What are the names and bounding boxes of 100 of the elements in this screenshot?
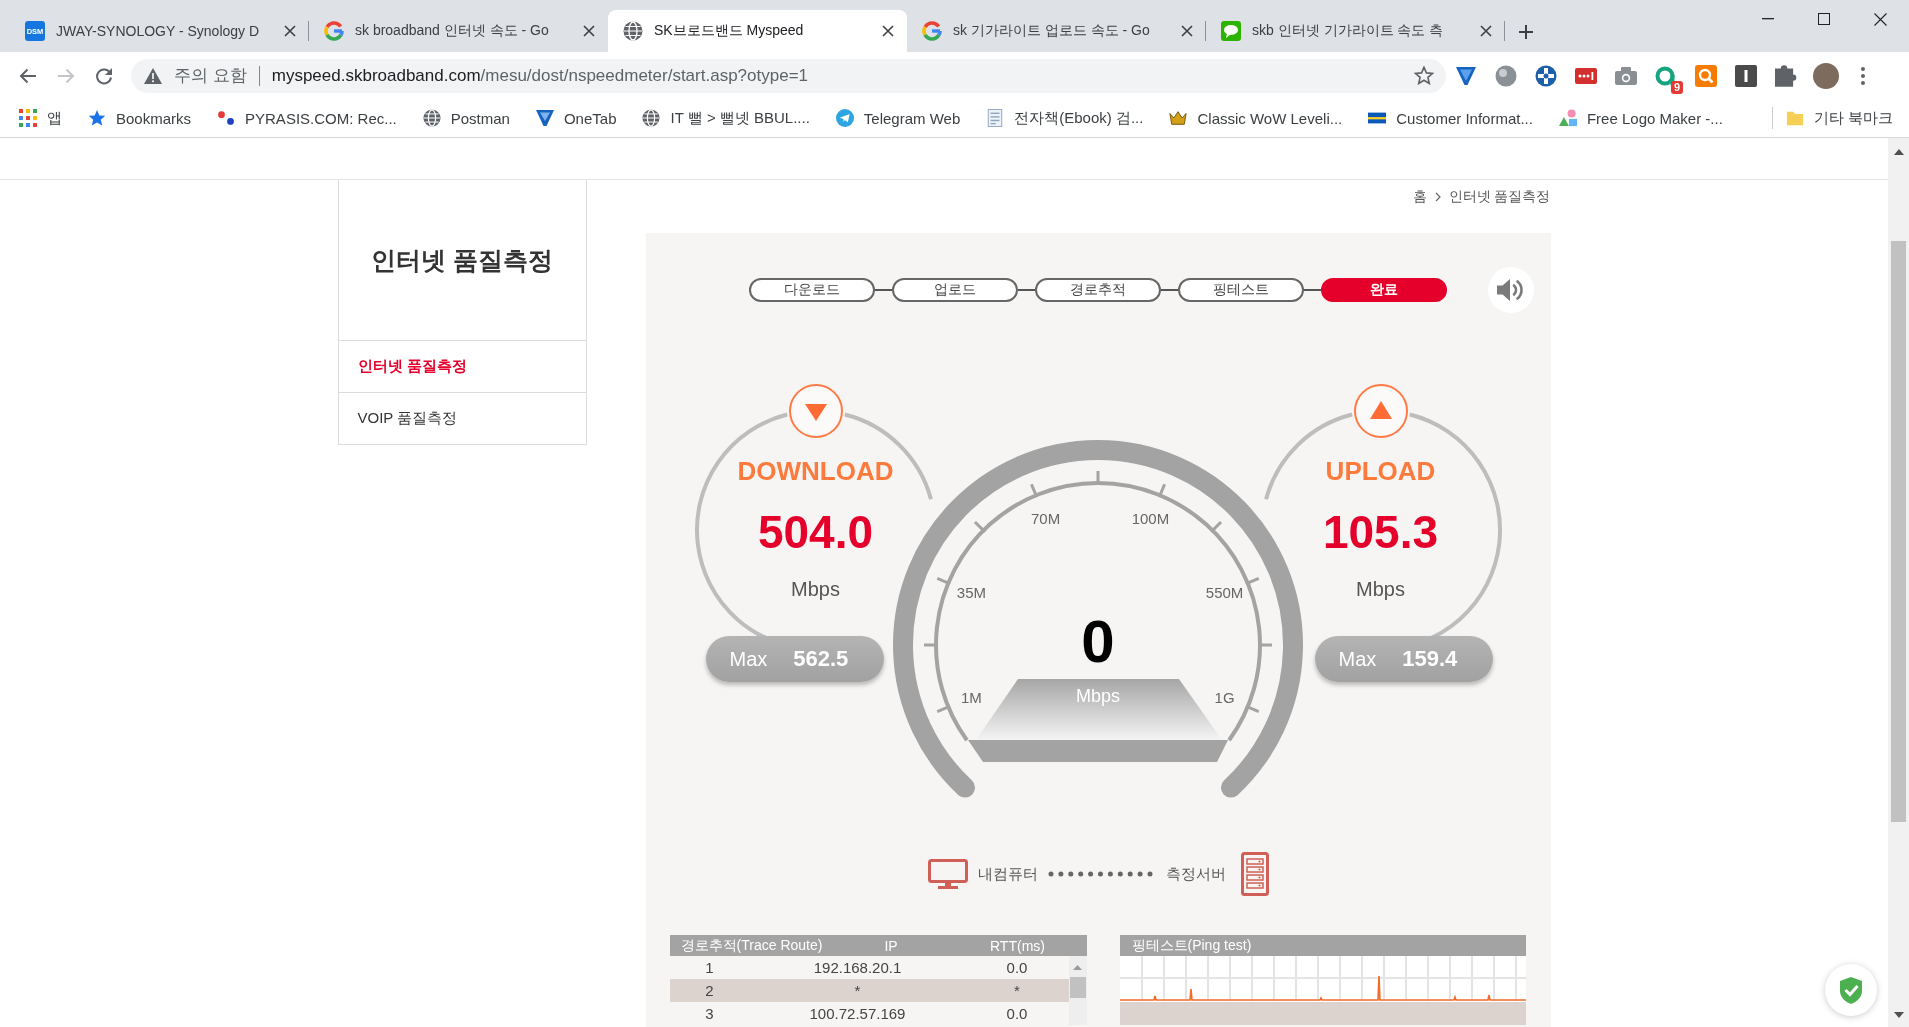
security-label[interactable]: 주의 요함 xyxy=(174,64,247,87)
scale-label: 35M xyxy=(956,584,986,602)
bookmark-link[interactable]: IT 뻘 > 뻘넷 BBUL.... xyxy=(629,108,823,128)
ring-logo-icon xyxy=(922,21,942,41)
scale-label: 550M xyxy=(1205,584,1244,602)
progress-step: 핑테스트 xyxy=(1177,278,1304,302)
folder-icon xyxy=(1785,109,1804,127)
browser-tab[interactable]: SK브로드밴드 Myspeed xyxy=(608,10,907,52)
bookmark-link[interactable]: PYRASIS.COM: Rec... xyxy=(204,109,410,127)
max-label: Max xyxy=(1338,647,1377,671)
shapes-icon xyxy=(1558,109,1577,127)
back-icon[interactable] xyxy=(19,67,37,84)
dots-icon xyxy=(217,109,236,127)
bookmark-link[interactable]: Classic WoW Leveli... xyxy=(1156,109,1356,127)
max-value: 562.5 xyxy=(793,646,849,672)
table-cell: 0.0 xyxy=(1006,959,1028,976)
url-text[interactable]: myspeed.skbroadband.com/mesu/dost/nspeedmeter/start.asp?otype=1 xyxy=(271,65,809,86)
plus-icon[interactable] xyxy=(1519,25,1533,39)
progress-step: 완료 xyxy=(1320,278,1447,302)
scale-label: 1M xyxy=(961,688,982,706)
sidebar-item[interactable]: 인터넷 품질측정 xyxy=(338,341,586,393)
bookmark-star-icon[interactable] xyxy=(1414,66,1434,85)
scale-label: 70M xyxy=(1031,509,1061,527)
chevron-right-icon xyxy=(1434,192,1441,202)
breadcrumb-link[interactable]: 홈 xyxy=(1412,188,1427,206)
bookmark-link[interactable]: 전자책(Ebook) 검... xyxy=(973,108,1157,128)
breadcrumb-current: 인터넷 품질측정 xyxy=(1448,188,1551,206)
table-cell: 0.0 xyxy=(1006,1005,1028,1022)
bookmark-link[interactable]: Free Logo Maker -... xyxy=(1545,109,1736,127)
browser-tab[interactable]: sk 기가라이트 업로드 속도 - Go xyxy=(907,10,1206,52)
page-scrollbar[interactable] xyxy=(1888,138,1909,1027)
cross-disc-icon[interactable] xyxy=(1535,64,1557,87)
globe-icon xyxy=(422,109,441,127)
funnel-icon[interactable] xyxy=(1455,64,1477,87)
close-icon[interactable] xyxy=(1480,25,1492,37)
monitor-icon xyxy=(927,859,968,889)
crown-icon xyxy=(1169,109,1188,127)
reload-icon[interactable] xyxy=(95,66,113,85)
warning-icon xyxy=(144,67,162,84)
magnifier-tile-icon[interactable] xyxy=(1695,64,1717,87)
table-cell: * xyxy=(854,982,861,999)
apps-grid-icon xyxy=(19,109,37,127)
max-value: 159.4 xyxy=(1402,646,1458,672)
sidebar-item[interactable]: VOIP 품질측정 xyxy=(338,393,586,444)
bookmark-link[interactable]: Customer Informat... xyxy=(1355,109,1546,127)
column-header: 경로추적(Trace Route) xyxy=(680,936,823,955)
gauge-title: UPLOAD xyxy=(1325,455,1436,487)
progress-step: 업로드 xyxy=(891,278,1018,302)
document-icon xyxy=(986,109,1005,127)
speech-bubble-icon xyxy=(1221,21,1241,41)
close-icon[interactable] xyxy=(882,25,894,37)
maximize-icon[interactable] xyxy=(1818,13,1830,25)
scroll-down-icon[interactable] xyxy=(1893,1012,1904,1018)
speed-value: 105.3 xyxy=(1322,505,1439,560)
avatar-icon[interactable] xyxy=(1813,62,1839,89)
bar-tile-icon[interactable] xyxy=(1735,64,1757,87)
bookmark-link[interactable]: Bookmarks xyxy=(75,109,205,127)
step-connector xyxy=(1160,289,1178,291)
close-icon[interactable] xyxy=(583,25,595,37)
puzzle-icon[interactable] xyxy=(1775,64,1797,87)
table-scrollbar[interactable] xyxy=(1068,956,1087,1025)
address-bar[interactable]: 주의 요함 myspeed.skbroadband.com/mesu/dost/nspeedmeter/start.asp?otype=1 xyxy=(131,58,1446,93)
bookmark-link[interactable]: Telegram Web xyxy=(822,109,974,127)
bookmark-folder[interactable]: 기타 북마크 xyxy=(1772,108,1909,128)
progress-step: 다운로드 xyxy=(748,278,875,302)
notification-badge: 9 xyxy=(1670,80,1683,94)
scroll-up-icon[interactable] xyxy=(1893,149,1904,155)
table-cell: 2 xyxy=(705,982,714,999)
sound-button[interactable] xyxy=(1487,267,1534,313)
speed-value: 504.0 xyxy=(757,505,874,560)
close-icon[interactable] xyxy=(284,25,296,37)
step-connector xyxy=(1017,289,1035,291)
more-menu-icon[interactable] xyxy=(1861,66,1865,85)
browser-tab[interactable]: skb 인터넷 기가라이트 속도 측 xyxy=(1206,10,1505,52)
table-cell: * xyxy=(1014,982,1020,999)
globe-icon xyxy=(623,21,643,41)
minimize-icon[interactable] xyxy=(1762,18,1774,20)
speaker-icon xyxy=(1496,278,1525,302)
bookmark-link[interactable]: OneTab xyxy=(522,109,630,127)
browser-tab[interactable]: sk broadband 인터넷 속도 - Go xyxy=(309,10,608,52)
bookmark-link[interactable]: Postman xyxy=(409,109,523,127)
dots-tile-icon[interactable] xyxy=(1575,67,1597,84)
bookmark-link[interactable]: 앱 xyxy=(6,108,75,128)
scale-label: 100M xyxy=(1131,509,1170,527)
paper-plane-icon xyxy=(835,109,854,127)
sphere-icon[interactable] xyxy=(1495,64,1517,87)
close-icon[interactable] xyxy=(1874,12,1887,26)
speed-unit: Mbps xyxy=(1356,577,1405,601)
scale-label: 1G xyxy=(1214,688,1235,706)
max-label: Max xyxy=(729,647,768,671)
scrollbar-thumb[interactable] xyxy=(1069,977,1086,998)
funnel-icon xyxy=(535,109,554,127)
column-header: IP xyxy=(884,937,898,954)
endpoint-label: 내컴퓨터 xyxy=(977,864,1038,884)
progress-step: 경로추적 xyxy=(1034,278,1161,302)
scrollbar-thumb[interactable] xyxy=(1891,241,1906,822)
camera-icon[interactable] xyxy=(1615,66,1637,85)
close-icon[interactable] xyxy=(1181,25,1193,37)
table-cell: 1 xyxy=(705,959,714,976)
endpoint-label: 측정서버 xyxy=(1165,864,1226,884)
